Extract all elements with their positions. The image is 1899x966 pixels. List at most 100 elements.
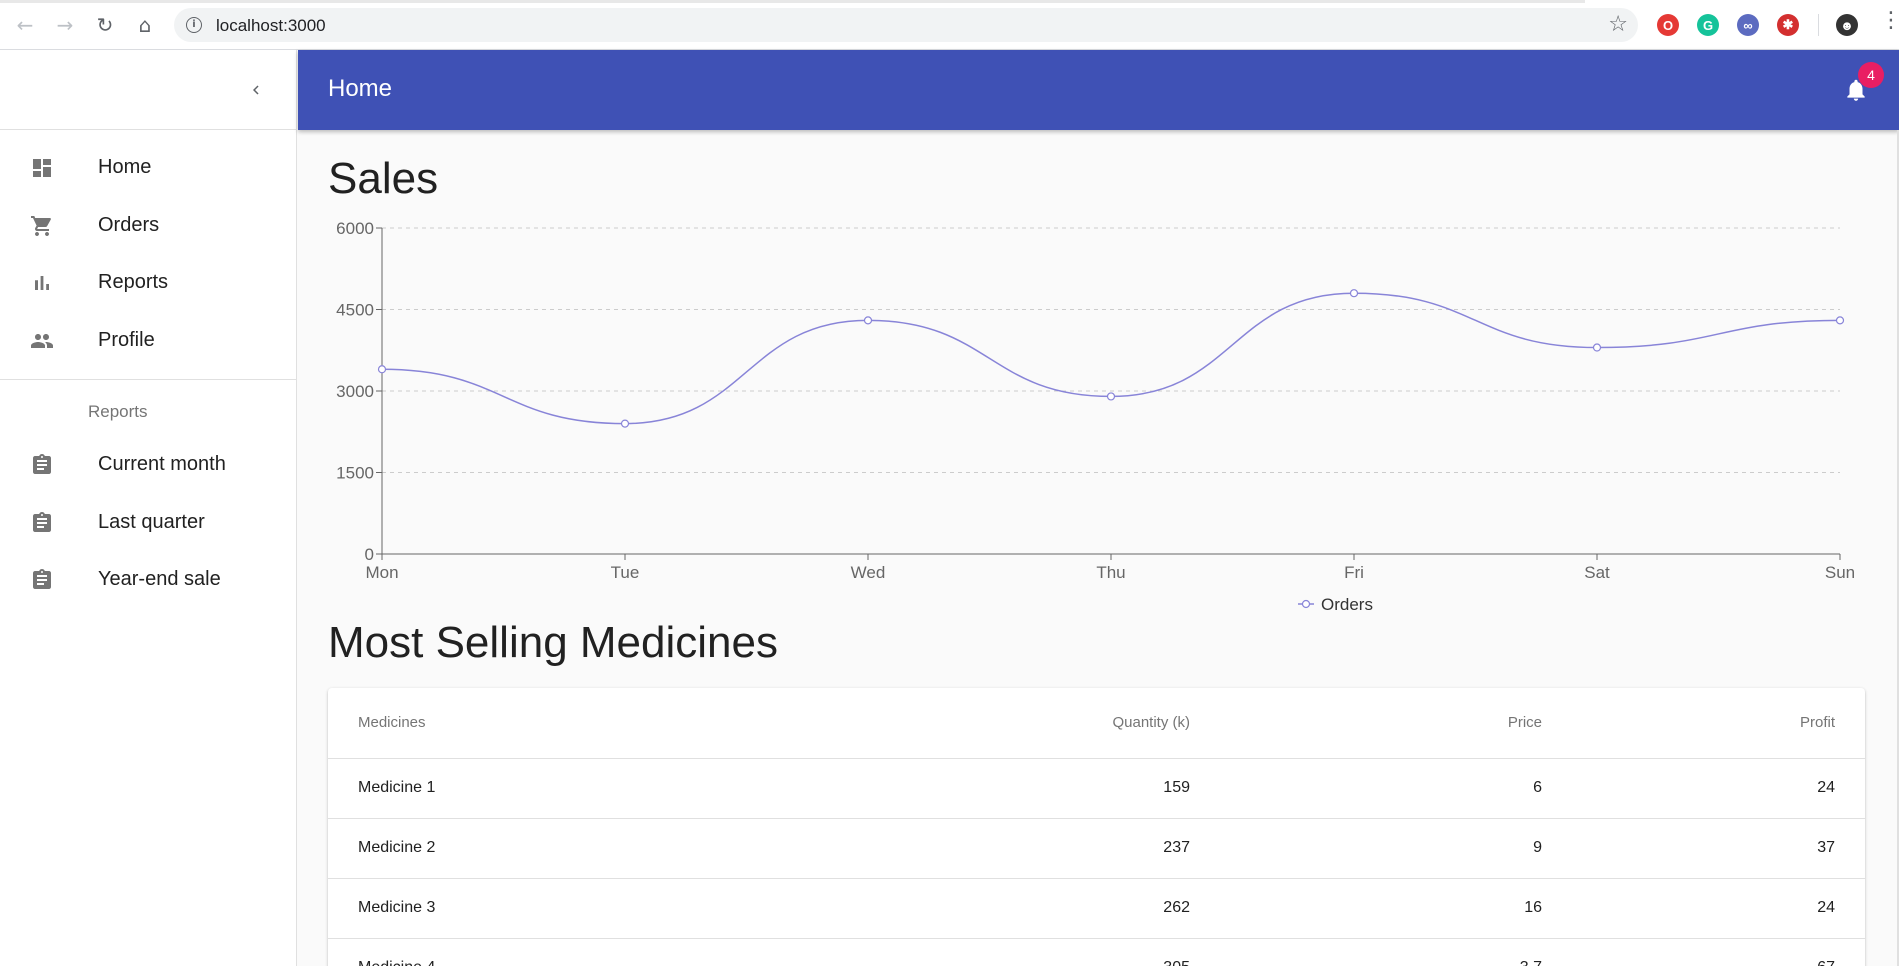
price-cell: 6 bbox=[1190, 758, 1542, 819]
reports-subheader: Reports bbox=[88, 402, 148, 421]
chevron-left-icon bbox=[253, 85, 259, 95]
medicines-table: Medicines Quantity (k) Price Profit Medi… bbox=[328, 688, 1865, 966]
data-point bbox=[1349, 289, 1359, 298]
page-title: Home bbox=[328, 75, 393, 102]
price-cell: 16 bbox=[1190, 878, 1542, 939]
medicine-name-cell: Medicine 2 bbox=[328, 818, 778, 879]
quantity-cell: 237 bbox=[778, 818, 1190, 879]
y-tick-label: 1500 bbox=[336, 464, 374, 483]
sales-line-chart: 0 1500 3000 4500 6000 Mon Tue Wed Thu Fri Sat Sun Or… bbox=[336, 219, 1855, 614]
x-tick-label: Thu bbox=[1096, 563, 1125, 582]
y-tick-label: 4500 bbox=[336, 301, 374, 320]
address-bar[interactable]: i localhost:3000 ☆ bbox=[174, 8, 1638, 42]
y-tick-label: 0 bbox=[365, 545, 374, 564]
medicine-name-cell: Medicine 1 bbox=[328, 758, 778, 819]
sidebar-item-label: Current month bbox=[98, 453, 226, 476]
price-cell: 3.7 bbox=[1190, 938, 1542, 966]
series-line-orders bbox=[381, 292, 1841, 425]
toolbar-separator bbox=[1818, 14, 1819, 36]
quantity-cell: 305 bbox=[778, 938, 1190, 966]
x-tick-label: Wed bbox=[851, 563, 886, 582]
cart-icon bbox=[31, 215, 51, 236]
home-button[interactable]: ⌂ bbox=[132, 12, 158, 38]
x-tick-label: Mon bbox=[365, 563, 398, 582]
assignment-icon bbox=[33, 569, 51, 589]
column-header-quantity: Quantity (k) bbox=[778, 688, 1190, 759]
legend-label: Orders bbox=[1321, 595, 1373, 614]
drawer-header bbox=[0, 50, 296, 130]
medicines-table-card: Medicines Quantity (k) Price Profit Medi… bbox=[328, 688, 1865, 966]
quantity-cell: 159 bbox=[778, 758, 1190, 819]
x-tick-label: Sun bbox=[1825, 563, 1855, 582]
main-content: Sales 0 1500 3000 4500 6000 Mon Tue Wed Thu Fri Sa… bbox=[298, 130, 1899, 966]
assignment-icon bbox=[33, 511, 51, 532]
column-header-price: Price bbox=[1190, 688, 1542, 759]
x-tick-label: Tue bbox=[611, 563, 640, 582]
x-tick-label: Sat bbox=[1584, 563, 1610, 582]
people-icon bbox=[31, 333, 53, 348]
bookmark-star-icon[interactable]: ☆ bbox=[1608, 12, 1628, 37]
browser-toolbar: ← → ↻ ⌂ i localhost:3000 ☆ O G ∞ ✱ ☻ ⋮ bbox=[0, 0, 1899, 50]
collapse-drawer-button[interactable] bbox=[242, 76, 270, 104]
opera-extension-icon[interactable]: O bbox=[1657, 14, 1679, 36]
assignment-icon bbox=[33, 454, 51, 474]
sidebar-item-orders[interactable]: Orders bbox=[0, 197, 296, 255]
table-row: Medicine 4 305 3.7 67 bbox=[328, 938, 1865, 966]
sidebar-drawer: Home Orders Reports Profile Reports Curr… bbox=[0, 50, 297, 966]
medicines-heading: Most Selling Medicines bbox=[328, 618, 778, 667]
tab-strip-edge bbox=[0, 0, 1585, 3]
table-header-row: Medicines Quantity (k) Price Profit bbox=[328, 688, 1865, 759]
profit-cell: 24 bbox=[1542, 878, 1865, 939]
dashboard-icon bbox=[33, 159, 51, 177]
glasses-extension-icon[interactable]: ∞ bbox=[1737, 14, 1759, 36]
sidebar-item-label: Profile bbox=[98, 328, 155, 351]
y-tick-label: 6000 bbox=[336, 219, 374, 238]
game-extension-icon[interactable]: ✱ bbox=[1777, 14, 1799, 36]
sidebar-item-current-month[interactable]: Current month bbox=[0, 436, 296, 494]
notification-badge: 4 bbox=[1858, 62, 1884, 88]
data-point bbox=[1835, 316, 1845, 325]
main-nav: Home Orders Reports Profile bbox=[0, 130, 296, 369]
sidebar-item-home[interactable]: Home bbox=[0, 139, 296, 197]
column-header-profit: Profit bbox=[1542, 688, 1865, 759]
site-info-icon[interactable]: i bbox=[186, 17, 202, 33]
data-point bbox=[1106, 392, 1116, 401]
sidebar-item-label: Orders bbox=[98, 213, 160, 236]
profit-cell: 24 bbox=[1542, 758, 1865, 819]
sidebar-item-reports[interactable]: Reports bbox=[0, 254, 296, 312]
sidebar-item-label: Home bbox=[98, 156, 152, 179]
medicine-name-cell: Medicine 3 bbox=[328, 878, 778, 939]
table-row: Medicine 1 159 6 24 bbox=[328, 758, 1865, 819]
data-point bbox=[620, 419, 630, 428]
sidebar-item-profile[interactable]: Profile bbox=[0, 312, 296, 370]
data-point bbox=[377, 365, 387, 374]
data-point bbox=[863, 316, 873, 325]
grammarly-extension-icon[interactable]: G bbox=[1697, 14, 1719, 36]
sidebar-item-label: Last quarter bbox=[98, 510, 205, 533]
legend-marker bbox=[1301, 599, 1311, 609]
app-bar: Home 4 bbox=[298, 50, 1899, 130]
data-point bbox=[1592, 343, 1602, 352]
reload-button[interactable]: ↻ bbox=[92, 12, 118, 38]
medicine-name-cell: Medicine 4 bbox=[328, 938, 778, 966]
address-url[interactable]: localhost:3000 bbox=[216, 16, 326, 36]
profit-cell: 67 bbox=[1542, 938, 1865, 966]
x-tick-label: Fri bbox=[1344, 563, 1364, 582]
sidebar-item-label: Year-end sale bbox=[98, 568, 221, 591]
profit-cell: 37 bbox=[1542, 818, 1865, 879]
sidebar-item-year-end-sale[interactable]: Year-end sale bbox=[0, 551, 296, 609]
sidebar-item-label: Reports bbox=[98, 271, 169, 294]
profile-avatar-icon[interactable]: ☻ bbox=[1836, 14, 1858, 36]
browser-menu-icon[interactable]: ⋮ bbox=[1880, 10, 1899, 32]
table-row: Medicine 2 237 9 37 bbox=[328, 818, 1865, 879]
sidebar-item-last-quarter[interactable]: Last quarter bbox=[0, 494, 296, 552]
quantity-cell: 262 bbox=[778, 878, 1190, 939]
bar-chart-icon bbox=[35, 276, 49, 290]
column-header-medicines: Medicines bbox=[328, 688, 778, 759]
price-cell: 9 bbox=[1190, 818, 1542, 879]
back-button[interactable]: ← bbox=[12, 12, 38, 38]
forward-button[interactable]: → bbox=[52, 12, 78, 38]
y-tick-label: 3000 bbox=[336, 382, 374, 401]
reports-nav: Current month Last quarter Year-end sale bbox=[0, 436, 296, 609]
table-row: Medicine 3 262 16 24 bbox=[328, 878, 1865, 939]
